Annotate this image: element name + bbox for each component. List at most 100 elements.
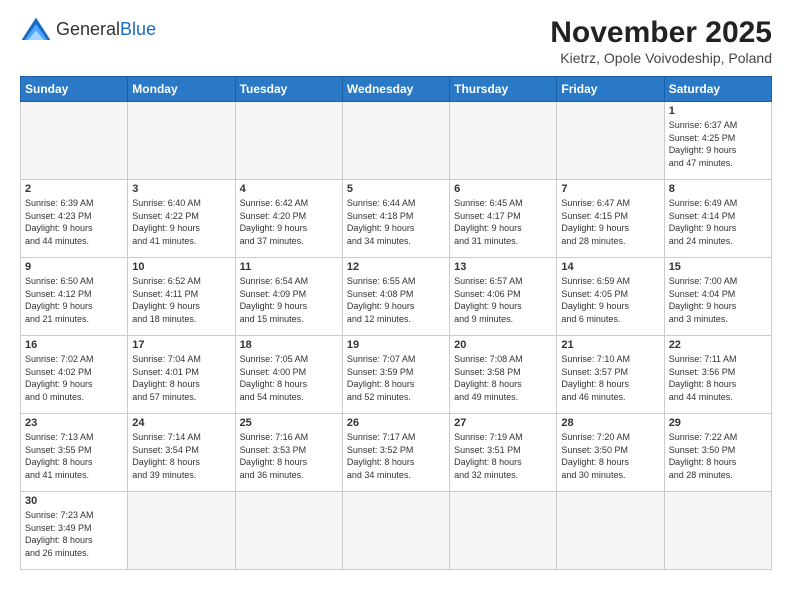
day-info: Sunrise: 6:47 AM Sunset: 4:15 PM Dayligh… [561,197,659,247]
day-number: 30 [25,495,123,507]
calendar-cell: 22 Sunrise: 7:11 AM Sunset: 3:56 PM Dayli… [664,336,771,414]
calendar-cell: 7 Sunrise: 6:47 AM Sunset: 4:15 PM Daylig… [557,180,664,258]
calendar-cell: 2Sunrise: 6:39 AM Sunset: 4:23 PM Daylig… [21,180,128,258]
day-info: Sunrise: 6:37 AM Sunset: 4:25 PM Dayligh… [669,119,767,169]
calendar-cell: 12 Sunrise: 6:55 AM Sunset: 4:08 PM Dayli… [342,258,449,336]
day-info: Sunrise: 7:16 AM Sunset: 3:53 PM Dayligh… [240,431,338,481]
day-info: Sunrise: 7:05 AM Sunset: 4:00 PM Dayligh… [240,353,338,403]
day-number: 6 [454,183,552,195]
calendar-cell [235,492,342,570]
calendar-cell: 18 Sunrise: 7:05 AM Sunset: 4:00 PM Dayli… [235,336,342,414]
calendar-week-3: 9Sunrise: 6:50 AM Sunset: 4:12 PM Daylig… [21,258,772,336]
logo-blue: Blue [120,19,156,39]
calendar-cell [664,492,771,570]
calendar-week-4: 16 Sunrise: 7:02 AM Sunset: 4:02 PM Dayli… [21,336,772,414]
month-title: November 2025 [550,16,772,50]
calendar-cell: 11 Sunrise: 6:54 AM Sunset: 4:09 PM Dayli… [235,258,342,336]
day-info: Sunrise: 6:52 AM Sunset: 4:11 PM Dayligh… [132,275,230,325]
calendar-table: SundayMondayTuesdayWednesdayThursdayFrid… [20,76,772,570]
day-number: 26 [347,417,445,429]
day-number: 3 [132,183,230,195]
day-info: Sunrise: 7:23 AM Sunset: 3:49 PM Dayligh… [25,509,123,559]
day-info: Sunrise: 7:19 AM Sunset: 3:51 PM Dayligh… [454,431,552,481]
day-info: Sunrise: 6:54 AM Sunset: 4:09 PM Dayligh… [240,275,338,325]
calendar-cell: 4 Sunrise: 6:42 AM Sunset: 4:20 PM Daylig… [235,180,342,258]
calendar-cell [557,102,664,180]
calendar-cell: 17Sunrise: 7:04 AM Sunset: 4:01 PM Dayli… [128,336,235,414]
calendar-cell: 24 Sunrise: 7:14 AM Sunset: 3:54 PM Dayli… [128,414,235,492]
day-info: Sunrise: 7:00 AM Sunset: 4:04 PM Dayligh… [669,275,767,325]
day-info: Sunrise: 6:49 AM Sunset: 4:14 PM Dayligh… [669,197,767,247]
day-number: 29 [669,417,767,429]
day-number: 5 [347,183,445,195]
day-number: 13 [454,261,552,273]
day-info: Sunrise: 6:57 AM Sunset: 4:06 PM Dayligh… [454,275,552,325]
day-header-tuesday: Tuesday [235,77,342,102]
calendar-cell: 5Sunrise: 6:44 AM Sunset: 4:18 PM Daylig… [342,180,449,258]
calendar-cell: 21Sunrise: 7:10 AM Sunset: 3:57 PM Dayli… [557,336,664,414]
calendar-cell [235,102,342,180]
day-number: 18 [240,339,338,351]
calendar-cell: 3 Sunrise: 6:40 AM Sunset: 4:22 PM Daylig… [128,180,235,258]
day-info: Sunrise: 7:10 AM Sunset: 3:57 PM Dayligh… [561,353,659,403]
calendar-cell: 27 Sunrise: 7:19 AM Sunset: 3:51 PM Dayli… [450,414,557,492]
calendar-cell: 9Sunrise: 6:50 AM Sunset: 4:12 PM Daylig… [21,258,128,336]
day-info: Sunrise: 6:42 AM Sunset: 4:20 PM Dayligh… [240,197,338,247]
day-number: 4 [240,183,338,195]
calendar-cell [128,102,235,180]
day-info: Sunrise: 7:02 AM Sunset: 4:02 PM Dayligh… [25,353,123,403]
day-number: 2 [25,183,123,195]
calendar-cell [557,492,664,570]
day-info: Sunrise: 7:14 AM Sunset: 3:54 PM Dayligh… [132,431,230,481]
day-number: 24 [132,417,230,429]
calendar-cell: 1 Sunrise: 6:37 AM Sunset: 4:25 PM Daylig… [664,102,771,180]
calendar-cell [21,102,128,180]
title-section: November 2025 Kietrz, Opole Voivodeship,… [550,16,772,66]
day-number: 1 [669,105,767,117]
calendar-header-row: SundayMondayTuesdayWednesdayThursdayFrid… [21,77,772,102]
calendar-cell: 14 Sunrise: 6:59 AM Sunset: 4:05 PM Dayli… [557,258,664,336]
day-number: 10 [132,261,230,273]
day-number: 27 [454,417,552,429]
day-number: 12 [347,261,445,273]
day-info: Sunrise: 6:40 AM Sunset: 4:22 PM Dayligh… [132,197,230,247]
day-header-thursday: Thursday [450,77,557,102]
day-header-sunday: Sunday [21,77,128,102]
day-info: Sunrise: 7:20 AM Sunset: 3:50 PM Dayligh… [561,431,659,481]
calendar-cell: 25 Sunrise: 7:16 AM Sunset: 3:53 PM Dayli… [235,414,342,492]
day-number: 17 [132,339,230,351]
day-info: Sunrise: 6:59 AM Sunset: 4:05 PM Dayligh… [561,275,659,325]
day-number: 22 [669,339,767,351]
logo-text: GeneralBlue [56,20,156,40]
calendar-cell [128,492,235,570]
calendar-cell [342,102,449,180]
day-number: 7 [561,183,659,195]
calendar-cell: 23 Sunrise: 7:13 AM Sunset: 3:55 PM Dayli… [21,414,128,492]
calendar-cell: 26Sunrise: 7:17 AM Sunset: 3:52 PM Dayli… [342,414,449,492]
day-info: Sunrise: 6:55 AM Sunset: 4:08 PM Dayligh… [347,275,445,325]
calendar-week-5: 23 Sunrise: 7:13 AM Sunset: 3:55 PM Dayli… [21,414,772,492]
calendar-week-2: 2Sunrise: 6:39 AM Sunset: 4:23 PM Daylig… [21,180,772,258]
day-info: Sunrise: 7:11 AM Sunset: 3:56 PM Dayligh… [669,353,767,403]
calendar-cell: 30 Sunrise: 7:23 AM Sunset: 3:49 PM Dayli… [21,492,128,570]
calendar-cell: 28Sunrise: 7:20 AM Sunset: 3:50 PM Dayli… [557,414,664,492]
day-number: 14 [561,261,659,273]
calendar-cell: 16 Sunrise: 7:02 AM Sunset: 4:02 PM Dayli… [21,336,128,414]
calendar-cell: 13 Sunrise: 6:57 AM Sunset: 4:06 PM Dayli… [450,258,557,336]
calendar-cell [450,102,557,180]
day-number: 23 [25,417,123,429]
day-info: Sunrise: 7:13 AM Sunset: 3:55 PM Dayligh… [25,431,123,481]
day-info: Sunrise: 7:07 AM Sunset: 3:59 PM Dayligh… [347,353,445,403]
page: GeneralBlue November 2025 Kietrz, Opole … [0,0,792,580]
logo: GeneralBlue [20,16,156,44]
day-number: 25 [240,417,338,429]
calendar-cell: 8Sunrise: 6:49 AM Sunset: 4:14 PM Daylig… [664,180,771,258]
calendar-cell: 6Sunrise: 6:45 AM Sunset: 4:17 PM Daylig… [450,180,557,258]
day-number: 11 [240,261,338,273]
day-number: 9 [25,261,123,273]
day-number: 16 [25,339,123,351]
day-header-monday: Monday [128,77,235,102]
calendar-week-1: 1 Sunrise: 6:37 AM Sunset: 4:25 PM Daylig… [21,102,772,180]
day-info: Sunrise: 7:22 AM Sunset: 3:50 PM Dayligh… [669,431,767,481]
day-header-wednesday: Wednesday [342,77,449,102]
